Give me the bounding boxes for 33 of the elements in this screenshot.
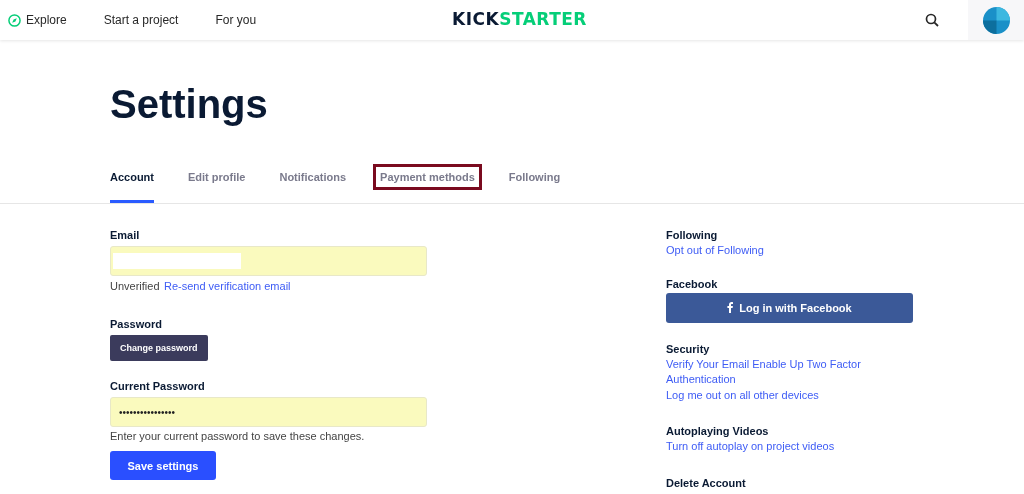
avatar-icon[interactable] (982, 6, 1010, 34)
settings-tab[interactable]: Account (103, 164, 161, 190)
section-title: Delete Account (666, 476, 747, 489)
password-field[interactable]: •••••••••••••••• (110, 397, 427, 427)
field-label: Current Password (110, 380, 206, 392)
settings-tab[interactable]: Payment methods (373, 164, 482, 190)
settings-tab[interactable]: Notifications (272, 164, 354, 190)
facebook-login-button[interactable]: Log in with Facebook (666, 292, 913, 323)
logo[interactable]: KICKSTARTER (452, 9, 587, 29)
settings-tab[interactable]: Following (501, 164, 568, 190)
nav-link[interactable]: Explore (8, 13, 67, 27)
change-password-button[interactable]: Change password (110, 335, 208, 361)
settings-link[interactable]: Log me out on all other devices (666, 387, 916, 403)
section-title: Security (666, 342, 711, 355)
email-field[interactable] (110, 246, 427, 276)
settings-link[interactable]: Turn off autoplay on project videos (666, 439, 916, 455)
field-label: Email (110, 229, 141, 241)
section-title: Following (666, 229, 719, 241)
nav-link[interactable]: Start a project (103, 13, 179, 27)
compass-icon (8, 13, 21, 27)
verification-status: Unverified (110, 280, 160, 292)
section-title: Autoplaying Videos (666, 425, 770, 437)
field-hint: Enter your current password to save these changes. (110, 430, 366, 442)
settings-link[interactable]: Opt out of Following (666, 243, 916, 259)
section-title: Facebook (666, 277, 719, 290)
settings-link[interactable]: Verify Your Email Enable Up Two Factor Authentication (666, 356, 871, 388)
save-button[interactable]: Save settings (110, 451, 216, 480)
resend-link[interactable]: Re-send verification email (164, 280, 291, 292)
nav-link[interactable]: For you (215, 13, 257, 27)
facebook-icon (727, 302, 734, 313)
page-title: Settings (110, 82, 269, 126)
settings-tab[interactable]: Edit profile (181, 164, 253, 190)
field-label: Password (110, 318, 163, 330)
